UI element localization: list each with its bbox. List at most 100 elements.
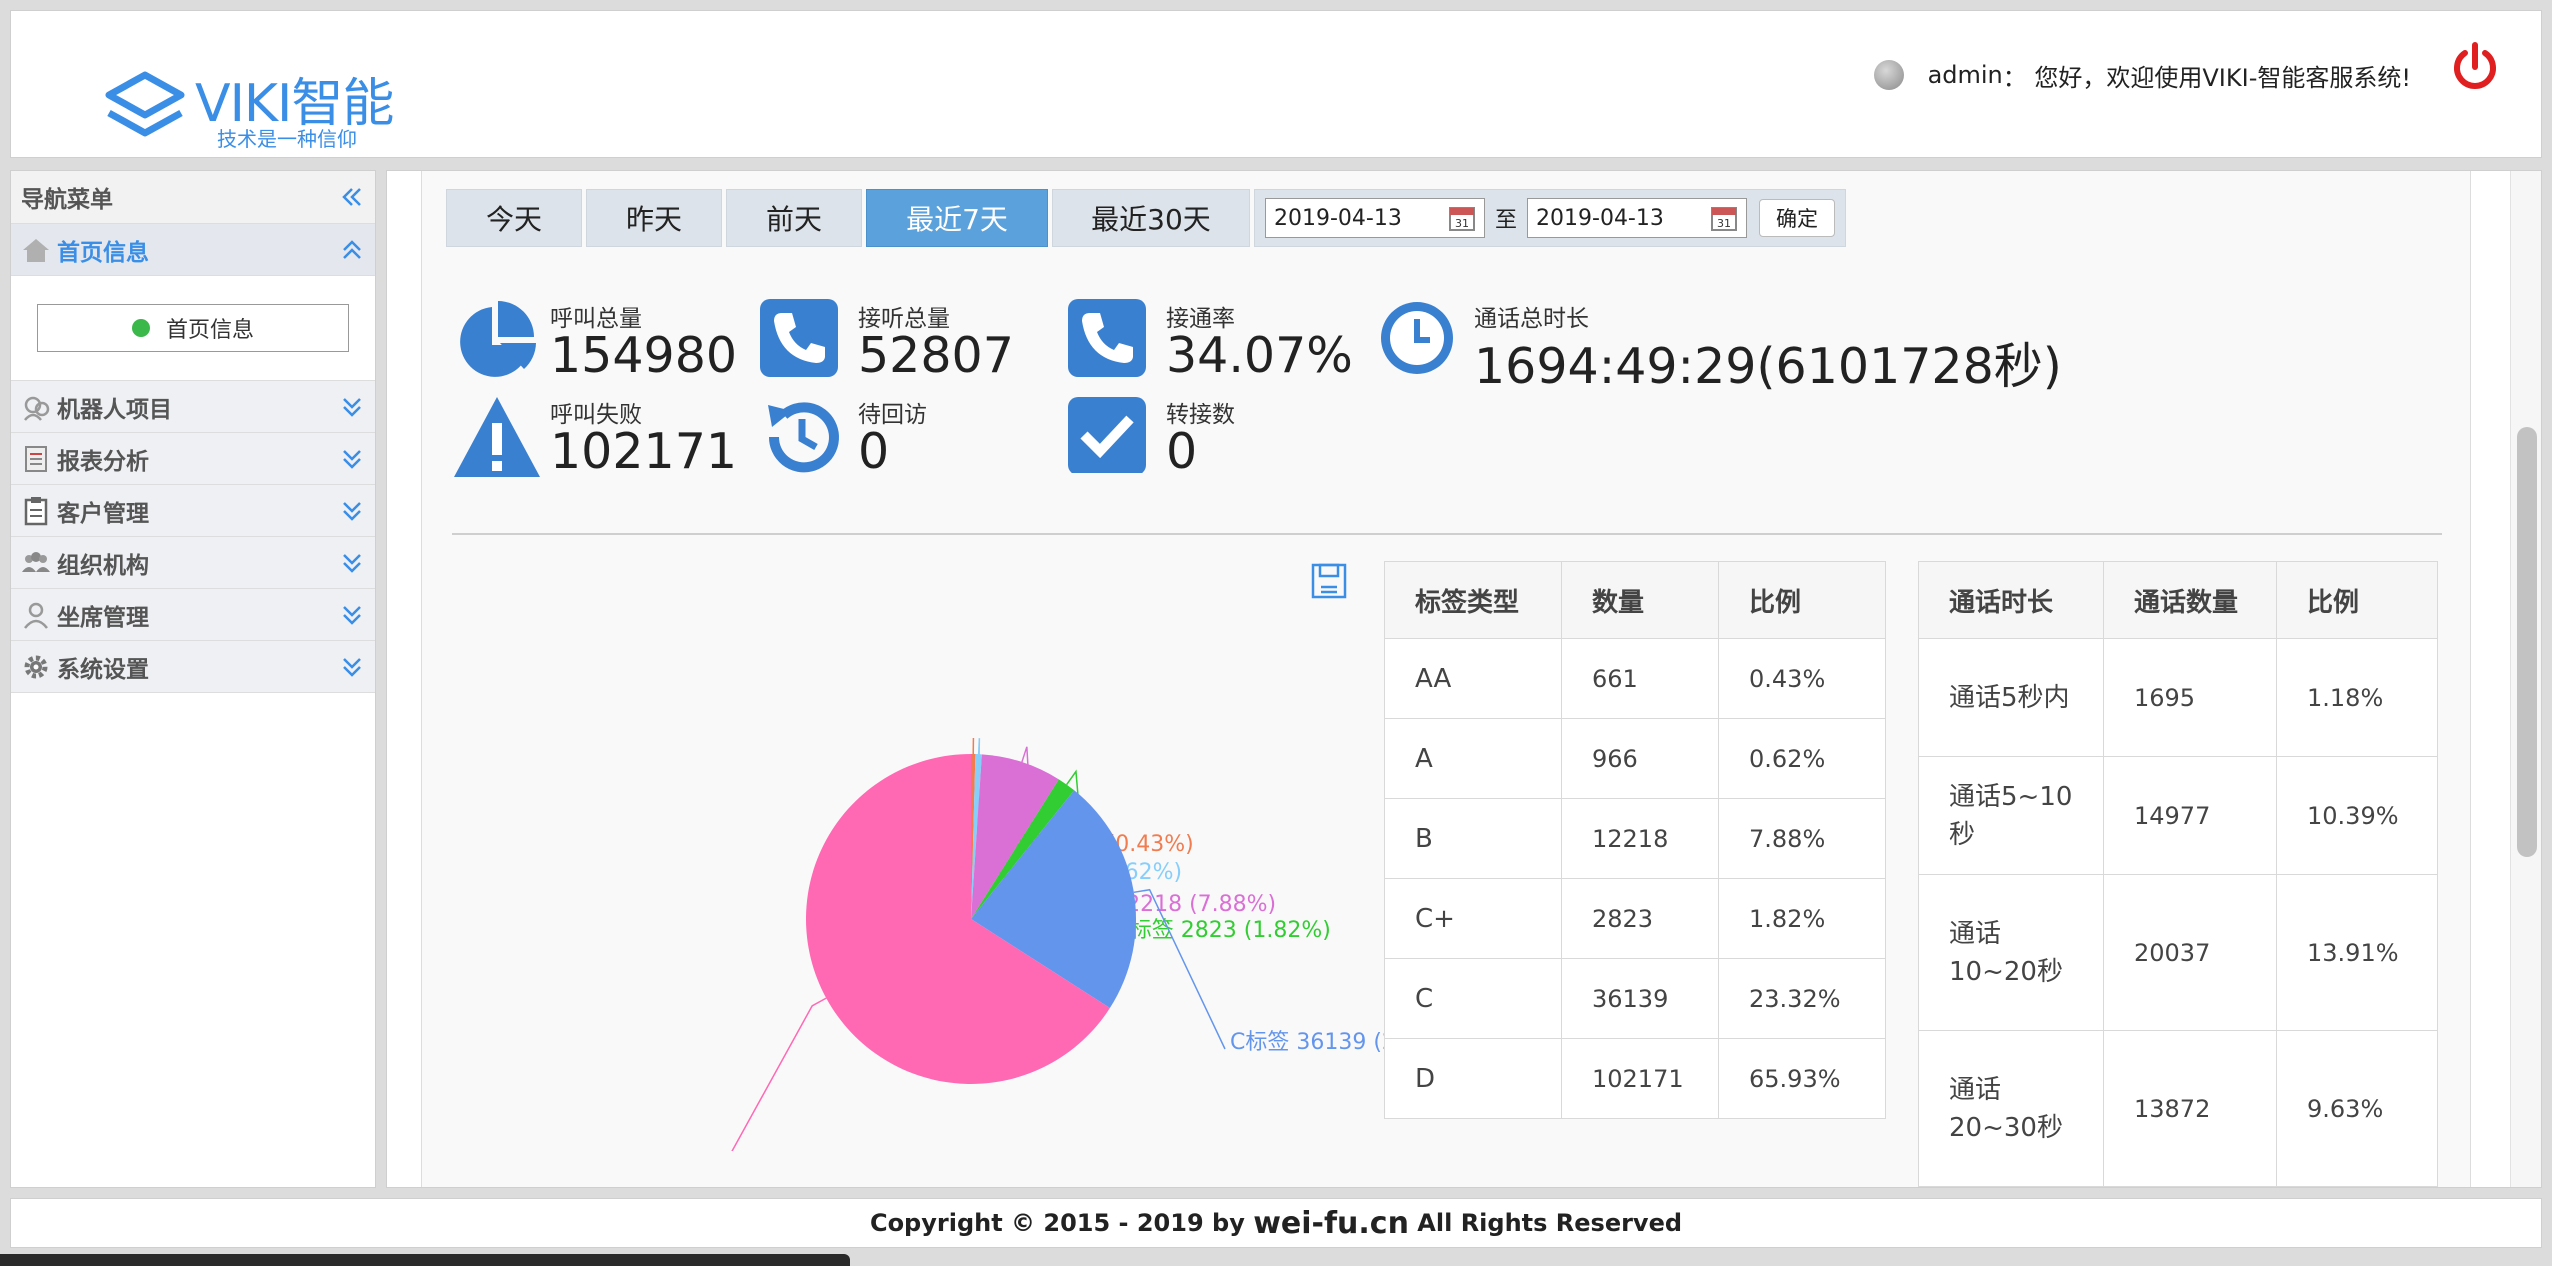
- history-icon: [768, 402, 839, 473]
- sidebar-section-org-label: 组织机构: [57, 552, 149, 579]
- filter-day-before-button[interactable]: 前天: [726, 189, 862, 247]
- table-cell: 14977: [2103, 756, 2277, 875]
- dashboard-panel: 今天 昨天 前天 最近7天 最近30天 2019-04-13 31 至 2019…: [421, 171, 2471, 1187]
- window-bottom-bar: [0, 1254, 850, 1266]
- table-cell: C: [1384, 958, 1562, 1039]
- table-row: 通话10~20秒 20037 13.91%: [1918, 874, 2438, 1031]
- home-icon: [23, 238, 49, 262]
- stat-transfers-value: 0: [1166, 423, 1198, 480]
- main-content: 今天 昨天 前天 最近7天 最近30天 2019-04-13 31 至 2019…: [386, 170, 2542, 1188]
- sidebar-section-customer-label: 客户管理: [57, 500, 149, 527]
- date-from-value: 2019-04-13: [1274, 205, 1402, 231]
- stat-connect-rate-value: 34.07%: [1166, 327, 1353, 384]
- table-cell: 1.82%: [1718, 878, 1886, 959]
- calendar-icon[interactable]: 31: [1448, 204, 1476, 232]
- table-cell: 7.88%: [1718, 798, 1886, 879]
- date-from-input[interactable]: 2019-04-13 31: [1265, 198, 1485, 238]
- table-cell: 661: [1561, 638, 1719, 719]
- table-cell: 12218: [1561, 798, 1719, 879]
- chevron-down-icon: [343, 397, 361, 417]
- table-cell: 9.63%: [2276, 1030, 2438, 1187]
- sidebar-section-org[interactable]: 组织机构: [11, 537, 375, 589]
- sidebar-section-customer[interactable]: 客户管理: [11, 485, 375, 537]
- table-cell: 65.93%: [1718, 1038, 1886, 1119]
- date-filter-bar: 今天 昨天 前天 最近7天 最近30天 2019-04-13 31 至 2019…: [446, 189, 1847, 251]
- table-cell: 0.43%: [1718, 638, 1886, 719]
- stat-total-duration-value: 1694:49:29(6101728秒): [1474, 338, 2062, 395]
- chevron-down-icon: [343, 501, 361, 521]
- chevron-down-icon: [343, 449, 361, 469]
- table-row: B 12218 7.88%: [1384, 798, 1886, 879]
- save-image-icon[interactable]: [1311, 563, 1347, 599]
- filter-today-button[interactable]: 今天: [446, 189, 582, 247]
- table-cell: 2823: [1561, 878, 1719, 959]
- stat-pending-callback: 待回访 0: [760, 395, 1060, 485]
- sidebar-item-home-info[interactable]: 首页信息: [37, 304, 349, 352]
- filter-last-7-days-button[interactable]: 最近7天: [866, 189, 1048, 247]
- table-cell: 1695: [2103, 638, 2277, 757]
- clock-icon: [1381, 302, 1453, 374]
- sidebar-section-robot[interactable]: 机器人项目: [11, 381, 375, 433]
- users-icon: [22, 551, 50, 572]
- chevron-down-icon: [343, 657, 361, 677]
- table-row: 通话5秒内 1695 1.18%: [1918, 638, 2438, 757]
- logo: VIKI智能 技术是一种信仰: [103, 63, 403, 163]
- svg-text:31: 31: [1455, 217, 1469, 230]
- table-cell: 通话5秒内: [1918, 638, 2104, 757]
- user-greeting: admin ： 您好，欢迎使用VIKI-智能客服系统!: [1873, 55, 2411, 95]
- user-name: admin: [1927, 61, 2003, 89]
- table-row: C 36139 23.32%: [1384, 958, 1886, 1039]
- table-cell: 20037: [2103, 874, 2277, 1031]
- table-cell: AA: [1384, 638, 1562, 719]
- table-cell: 通话20~30秒: [1918, 1030, 2104, 1187]
- filter-yesterday-button[interactable]: 昨天: [586, 189, 722, 247]
- table-cell: 通话5~10秒: [1918, 756, 2104, 875]
- scrollbar-thumb[interactable]: [2517, 427, 2537, 857]
- home-submenu: 首页信息: [11, 276, 375, 381]
- logout-power-icon[interactable]: [2449, 41, 2501, 93]
- stat-transfers: 转接数 0: [1068, 395, 1368, 485]
- table-header: 比例: [2276, 561, 2438, 639]
- tag-pie-chart: AA标签 661 (0.43%)A标签 966 (0.62%)B标签 12218…: [731, 738, 1396, 1151]
- sidebar-section-agent-label: 坐席管理: [57, 604, 149, 631]
- table-row: D 102171 65.93%: [1384, 1038, 1886, 1119]
- sidebar: 导航菜单 首页信息 首页信息 机器人项目 报表分析 客户管理 组织机构 坐席管理…: [10, 170, 376, 1188]
- table-header: 通话时长: [1918, 561, 2104, 639]
- table-header: 数量: [1561, 561, 1719, 639]
- confirm-date-button[interactable]: 确定: [1759, 199, 1836, 237]
- chevron-down-icon: [343, 605, 361, 625]
- table-cell: 36139: [1561, 958, 1719, 1039]
- table-cell: 102171: [1561, 1038, 1719, 1119]
- table-header-row: 通话时长 通话数量 比例: [1918, 561, 2438, 639]
- sidebar-section-home[interactable]: 首页信息: [11, 224, 375, 276]
- table-row: C+ 2823 1.82%: [1384, 878, 1886, 959]
- table-cell: 23.32%: [1718, 958, 1886, 1039]
- sidebar-section-home-label: 首页信息: [57, 239, 149, 266]
- collapse-sidebar-icon[interactable]: [339, 184, 365, 210]
- stat-total-duration: 通话总时长 1694:49:29(6101728秒): [1378, 299, 2078, 395]
- stat-total-answered-value: 52807: [858, 327, 1014, 384]
- sidebar-section-robot-label: 机器人项目: [57, 396, 172, 423]
- table-header-row: 标签类型 数量 比例: [1384, 561, 1886, 639]
- footer-rights: All Rights Reserved: [1408, 1209, 1683, 1237]
- stat-failed-calls-value: 102171: [550, 423, 738, 480]
- chevron-down-icon: [343, 553, 361, 573]
- table-header: 标签类型: [1384, 561, 1562, 639]
- logo-slogan: 技术是一种信仰: [217, 127, 357, 151]
- sidebar-section-settings[interactable]: 系统设置: [11, 641, 375, 693]
- sidebar-section-report[interactable]: 报表分析: [11, 433, 375, 485]
- footer-brand: wei-fu.cn: [1253, 1205, 1409, 1241]
- table-row: AA 661 0.43%: [1384, 638, 1886, 719]
- filter-last-30-days-button[interactable]: 最近30天: [1052, 189, 1250, 247]
- sidebar-section-agent[interactable]: 坐席管理: [11, 589, 375, 641]
- robot-icon: [24, 396, 50, 421]
- calendar-icon[interactable]: 31: [1710, 204, 1738, 232]
- sidebar-section-report-label: 报表分析: [57, 448, 149, 475]
- main-scrollbar[interactable]: [2510, 171, 2541, 1187]
- table-cell: 1.18%: [2276, 638, 2438, 757]
- date-to-input[interactable]: 2019-04-13 31: [1527, 198, 1748, 238]
- tag-stats-table: 标签类型 数量 比例 AA 661 0.43% A 966 0.62% B 12…: [1384, 561, 1886, 1119]
- pie-chart-icon: [460, 301, 536, 377]
- table-cell: C+: [1384, 878, 1562, 959]
- phone-icon: [1068, 299, 1146, 377]
